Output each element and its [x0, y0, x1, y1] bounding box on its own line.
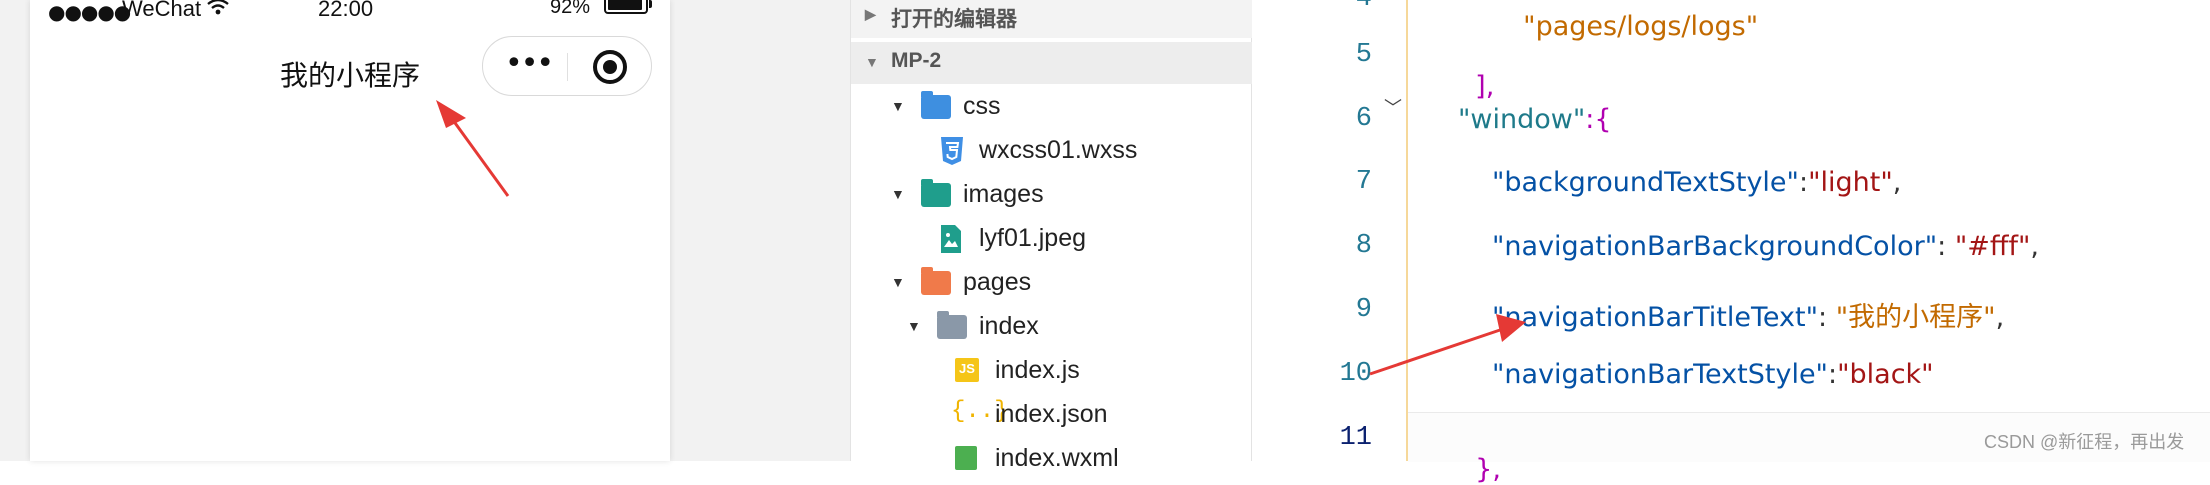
expanded-arrow-icon: ▼ — [907, 318, 921, 334]
json-file-icon: {..} — [951, 398, 1009, 425]
expanded-arrow-icon: ▼ — [891, 98, 905, 114]
json-bracket: ], — [1475, 71, 1495, 102]
tree-item-label: pages — [963, 268, 1032, 296]
folder-index-icon — [937, 311, 967, 339]
tree-item-label: wxcss01.wxss — [979, 136, 1138, 164]
expanded-arrow-icon: ▼ — [891, 186, 905, 202]
capsule-menu[interactable]: ••• — [482, 36, 652, 96]
tree-item-label: css — [963, 92, 1001, 120]
json-key: "navigationBarTextStyle" — [1492, 359, 1828, 390]
json-string: "#fff" — [1954, 231, 2031, 262]
code-line-6: "window":{ — [1458, 104, 1612, 135]
tree-item-label: images — [963, 180, 1044, 208]
more-icon[interactable]: ••• — [505, 49, 554, 79]
json-key: "navigationBarBackgroundColor" — [1492, 231, 1938, 262]
tree-item-label: lyf01.jpeg — [979, 224, 1087, 252]
folder-css-icon — [921, 91, 951, 119]
json-comma: , — [1995, 302, 2005, 333]
csdn-watermark: CSDN @新征程，再出发 — [1984, 432, 2185, 452]
line-number: 10 — [1339, 359, 1372, 389]
code-line-10: "navigationBarTextStyle":"black" — [1492, 359, 1934, 390]
json-colon: : — [1798, 167, 1809, 198]
project-header[interactable]: ▼ MP-2 — [851, 42, 1253, 84]
navigation-bar-title: 我的小程序 — [280, 59, 421, 92]
line-number: 6 — [1355, 104, 1372, 134]
folder-images-icon — [921, 179, 951, 207]
tree-item-label: index.json — [995, 400, 1108, 428]
fold-chevron-icon[interactable]: ﹀ — [1384, 94, 1402, 120]
line-number: 4 — [1282, 0, 1372, 14]
open-editors-header[interactable]: ▶ 打开的编辑器 — [851, 0, 1253, 38]
expanded-arrow-icon: ▼ — [891, 274, 905, 290]
json-string: "black" — [1837, 359, 1934, 390]
json-colon: : — [1827, 359, 1838, 390]
tree-item-label: index — [979, 312, 1039, 340]
line-number: 5 — [1355, 40, 1372, 70]
carrier-label: WeChat — [122, 0, 202, 21]
folder-pages-icon — [921, 267, 951, 295]
json-string: "light" — [1808, 167, 1893, 198]
tree-file-lyf01[interactable]: lyf01.jpeg — [851, 218, 1253, 260]
capsule-divider — [567, 53, 568, 81]
line-number-current: 11 — [1339, 423, 1372, 453]
project-name: MP-2 — [891, 49, 942, 72]
status-time: 22:00 — [318, 0, 374, 21]
json-comma: , — [1892, 167, 1902, 198]
collapsed-arrow-icon: ▶ — [865, 6, 876, 22]
json-colon: : — [1818, 302, 1836, 333]
signal-icon: ●●●●● — [48, 0, 131, 24]
json-key: "backgroundTextStyle" — [1492, 167, 1799, 198]
file-explorer: ▶ 打开的编辑器 ▼ MP-2 ▼ css wxcss01.wxss ▼ ima… — [850, 0, 1253, 472]
json-comma: , — [2030, 231, 2039, 262]
tree-item-label: index.wxml — [995, 444, 1119, 472]
close-miniprogram-icon[interactable] — [593, 50, 627, 84]
json-string: "我的小程序" — [1835, 302, 1996, 333]
phone-screen: ●●●●● WeChat 22:00 92% 我的小程序 ••• — [30, 0, 670, 461]
tree-file-index-json[interactable]: {..} index.json — [851, 394, 1253, 436]
json-colon: : — [1937, 231, 1955, 262]
code-line-4: "pages/logs/logs" — [1506, 0, 1758, 42]
json-key: "window" — [1458, 104, 1586, 135]
tree-folder-index[interactable]: ▼ index — [851, 306, 1253, 348]
tree-folder-pages[interactable]: ▼ pages — [851, 262, 1253, 304]
wifi-icon — [206, 0, 230, 21]
line-number: 7 — [1355, 167, 1372, 197]
tree-item-label: index.js — [995, 356, 1080, 384]
tree-file-index-js[interactable]: JS index.js — [851, 350, 1253, 392]
tree-file-index-wxml[interactable]: index.wxml — [851, 438, 1253, 480]
json-key: "navigationBarTitleText" — [1492, 302, 1819, 333]
tree-folder-images[interactable]: ▼ images — [851, 174, 1253, 216]
tree-folder-css[interactable]: ▼ css — [851, 86, 1253, 128]
line-number: 9 — [1355, 295, 1372, 325]
code-line-5: ], — [1458, 40, 1494, 102]
expanded-arrow-icon: ▼ — [865, 54, 879, 70]
line-number: 8 — [1355, 231, 1372, 261]
battery-icon — [604, 0, 652, 14]
code-line-9: "navigationBarTitleText": "我的小程序", — [1492, 295, 2004, 334]
code-line-11: }, — [1458, 423, 1501, 485]
open-editors-label: 打开的编辑器 — [891, 8, 1017, 31]
code-line-7: "backgroundTextStyle":"light", — [1492, 167, 1901, 198]
css3-file-icon — [939, 137, 969, 165]
js-file-icon: JS — [955, 358, 979, 382]
json-punct: :{ — [1585, 104, 1612, 135]
json-bracket: }, — [1475, 454, 1501, 485]
wxml-file-icon — [955, 446, 977, 470]
tree-file-wxcss01[interactable]: wxcss01.wxss — [851, 130, 1253, 172]
image-file-icon — [939, 225, 969, 253]
battery-percent: 92% — [550, 0, 591, 18]
code-line-8: "navigationBarBackgroundColor": "#fff", — [1492, 231, 2039, 262]
status-bar: ●●●●● WeChat 22:00 92% — [30, 0, 670, 24]
indent-guide — [1406, 0, 1408, 461]
json-string: "pages/logs/logs" — [1523, 11, 1759, 42]
